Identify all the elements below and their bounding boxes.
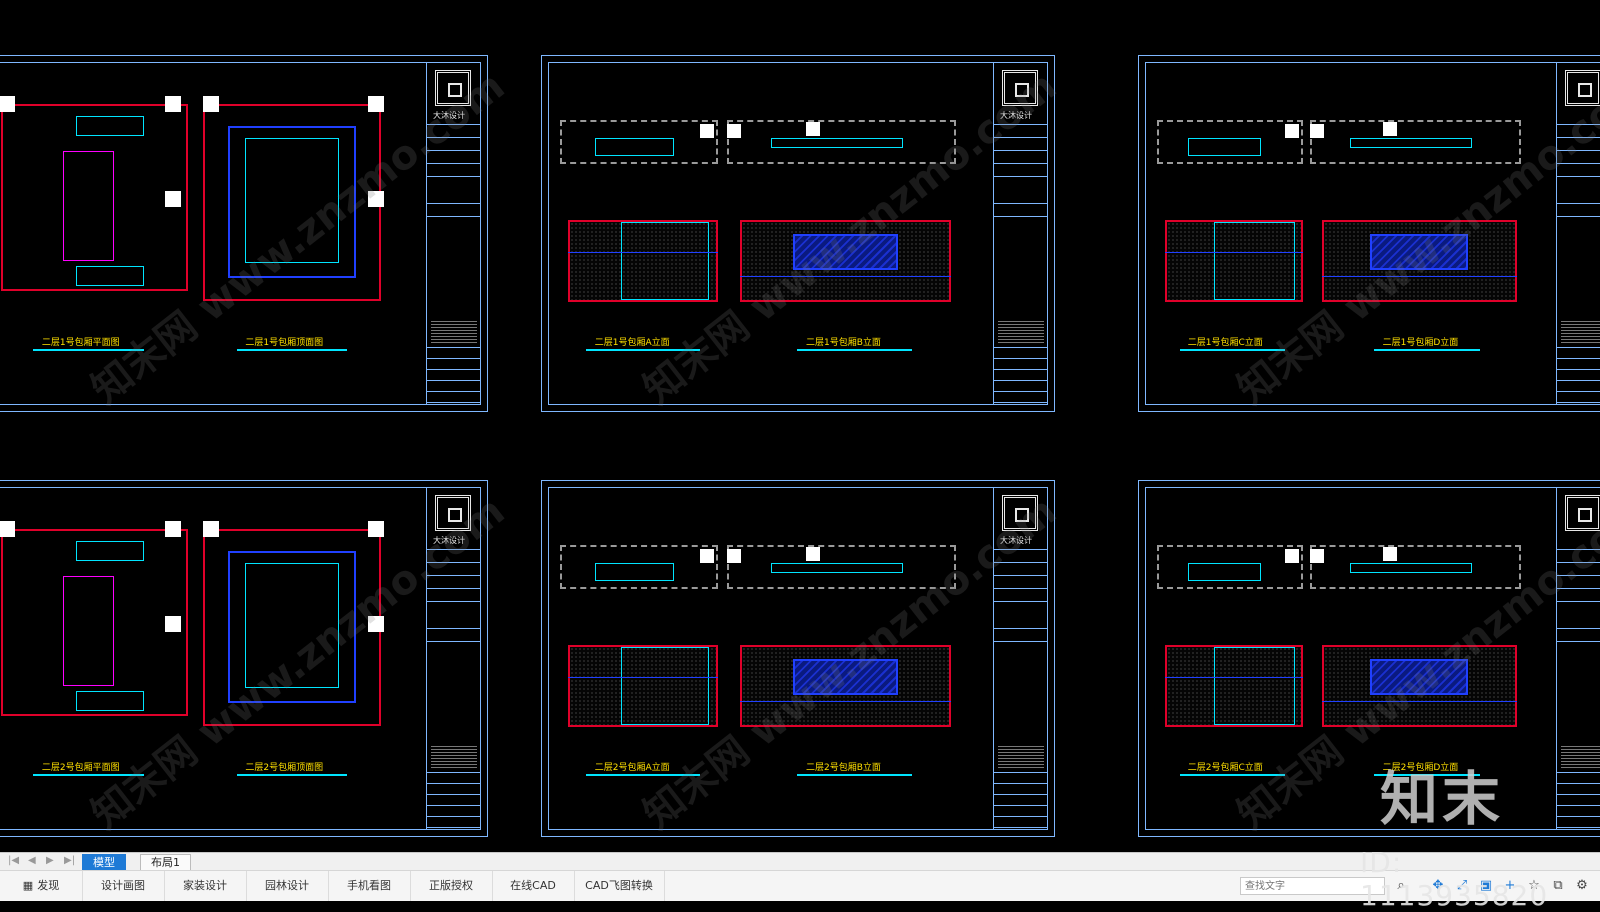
furniture-outline (75, 541, 144, 561)
title-block-footer (1557, 347, 1600, 405)
drawing-sheet[interactable]: 二层2号包厢C立面 二层2号包厢D立面 知末网 www.znzmo.com (1138, 480, 1600, 838)
notes-text (1561, 319, 1600, 343)
section-marker (203, 96, 219, 112)
notes-text (998, 319, 1044, 343)
cabinet-outline (1350, 138, 1472, 148)
drawing-title: 二层1号包厢顶面图 (245, 338, 324, 348)
notes-text (431, 319, 477, 343)
garden-design-button[interactable]: 园林设计 (246, 871, 329, 901)
datum-line (568, 252, 718, 253)
section-marker (164, 96, 181, 112)
cabinet-outline (770, 138, 903, 148)
home-design-button[interactable]: 家装设计 (164, 871, 247, 901)
title-underline (236, 349, 348, 351)
panel-grid (1213, 647, 1295, 725)
section-marker (1285, 124, 1300, 138)
title-underline (1374, 349, 1481, 351)
discover-label: 发现 (37, 879, 60, 892)
id-watermark: ID: 1113935820 (1360, 846, 1549, 912)
panel-grid (1213, 222, 1295, 300)
section-marker (1309, 549, 1324, 563)
section-marker (164, 521, 181, 537)
title-block-footer (1557, 772, 1600, 830)
section-marker (700, 549, 715, 563)
drawing-title: 二层2号包厢顶面图 (245, 763, 324, 773)
license-button[interactable]: 正版授权 (410, 871, 493, 901)
title-block-footer (994, 772, 1048, 830)
datum-line (1165, 677, 1304, 678)
section-marker (203, 521, 219, 537)
room-outline (63, 576, 114, 686)
title-underline (797, 774, 912, 776)
last-tab-button[interactable]: ▶| (64, 855, 75, 866)
cabinet-outline (594, 138, 674, 156)
title-underline (797, 349, 912, 351)
first-tab-button[interactable]: |◀ (8, 855, 19, 866)
cabinet-outline (1187, 563, 1261, 581)
section-marker (1309, 124, 1324, 138)
cad-drawing-canvas[interactable]: 大沐设计 二层1号包厢平面图 二层1号包厢顶面图 知末网 www.znzmo.com 大… (0, 0, 1600, 852)
drawing-title: 二层1号包厢B立面 (806, 338, 881, 348)
section-marker (368, 521, 385, 537)
cabinet-outline (1187, 138, 1261, 156)
mobile-view-button[interactable]: 手机看图 (328, 871, 411, 901)
section-marker (1285, 549, 1300, 563)
prev-tab-button[interactable]: ◀ (28, 855, 36, 866)
drawing-sheet[interactable]: 二层1号包厢C立面 二层1号包厢D立面 知末网 www.znzmo.com (1138, 55, 1600, 413)
section-marker (164, 616, 181, 632)
design-drawing-button[interactable]: 设计画图 (82, 871, 165, 901)
section-marker (726, 124, 741, 138)
discover-button[interactable]: ▦ 发现 (0, 871, 83, 901)
drawing-sheet[interactable]: 大沐设计 二层2号包厢A立面 二层2号包厢B立面 知末网 www.znzmo.com (541, 480, 1066, 838)
section-marker (0, 521, 15, 537)
tab-model[interactable]: 模型 (82, 854, 126, 871)
brand-watermark: 知末 (1380, 765, 1505, 833)
furniture-outline (75, 691, 144, 711)
section-marker (0, 96, 15, 112)
online-cad-button[interactable]: 在线CAD (492, 871, 575, 901)
section-marker (726, 549, 741, 563)
panel-grid (620, 647, 709, 725)
panel-grid (620, 222, 709, 300)
drawing-sheet[interactable]: 大沐设计 二层1号包厢A立面 二层1号包厢B立面 知末网 www.znzmo.com (541, 55, 1066, 413)
furniture-outline (75, 116, 144, 136)
title-block-footer (427, 347, 481, 405)
tab-layout1[interactable]: 布局1 (140, 854, 191, 871)
datum-line (1165, 252, 1304, 253)
notes-text (1561, 744, 1600, 768)
title-block-footer (427, 772, 481, 830)
notes-text (998, 744, 1044, 768)
cabinet-outline (1350, 563, 1472, 573)
cad-convert-button[interactable]: CAD飞图转换 (574, 871, 665, 901)
drawing-sheet[interactable]: 大沐设计 二层2号包厢平面图 二层2号包厢顶面图 知末网 www.znzmo.com (0, 480, 513, 838)
grid-icon: ▦ (22, 879, 34, 892)
next-tab-button[interactable]: ▶ (46, 855, 54, 866)
furniture-outline (75, 266, 144, 286)
notes-text (431, 744, 477, 768)
cabinet-outline (594, 563, 674, 581)
section-marker (806, 122, 820, 136)
section-marker (700, 124, 715, 138)
drawing-title: 二层1号包厢D立面 (1382, 338, 1459, 348)
room-outline (63, 151, 114, 261)
datum-line (568, 677, 718, 678)
section-marker (164, 191, 181, 207)
section-marker (806, 547, 820, 561)
section-marker (1382, 547, 1397, 561)
section-marker (368, 96, 385, 112)
title-underline (236, 774, 348, 776)
title-block-footer (994, 347, 1048, 405)
drawing-title: 二层2号包厢B立面 (806, 763, 881, 773)
drawing-sheet[interactable]: 大沐设计 二层1号包厢平面图 二层1号包厢顶面图 知末网 www.znzmo.com (0, 55, 513, 413)
section-marker (1382, 122, 1397, 136)
cabinet-outline (770, 563, 903, 573)
